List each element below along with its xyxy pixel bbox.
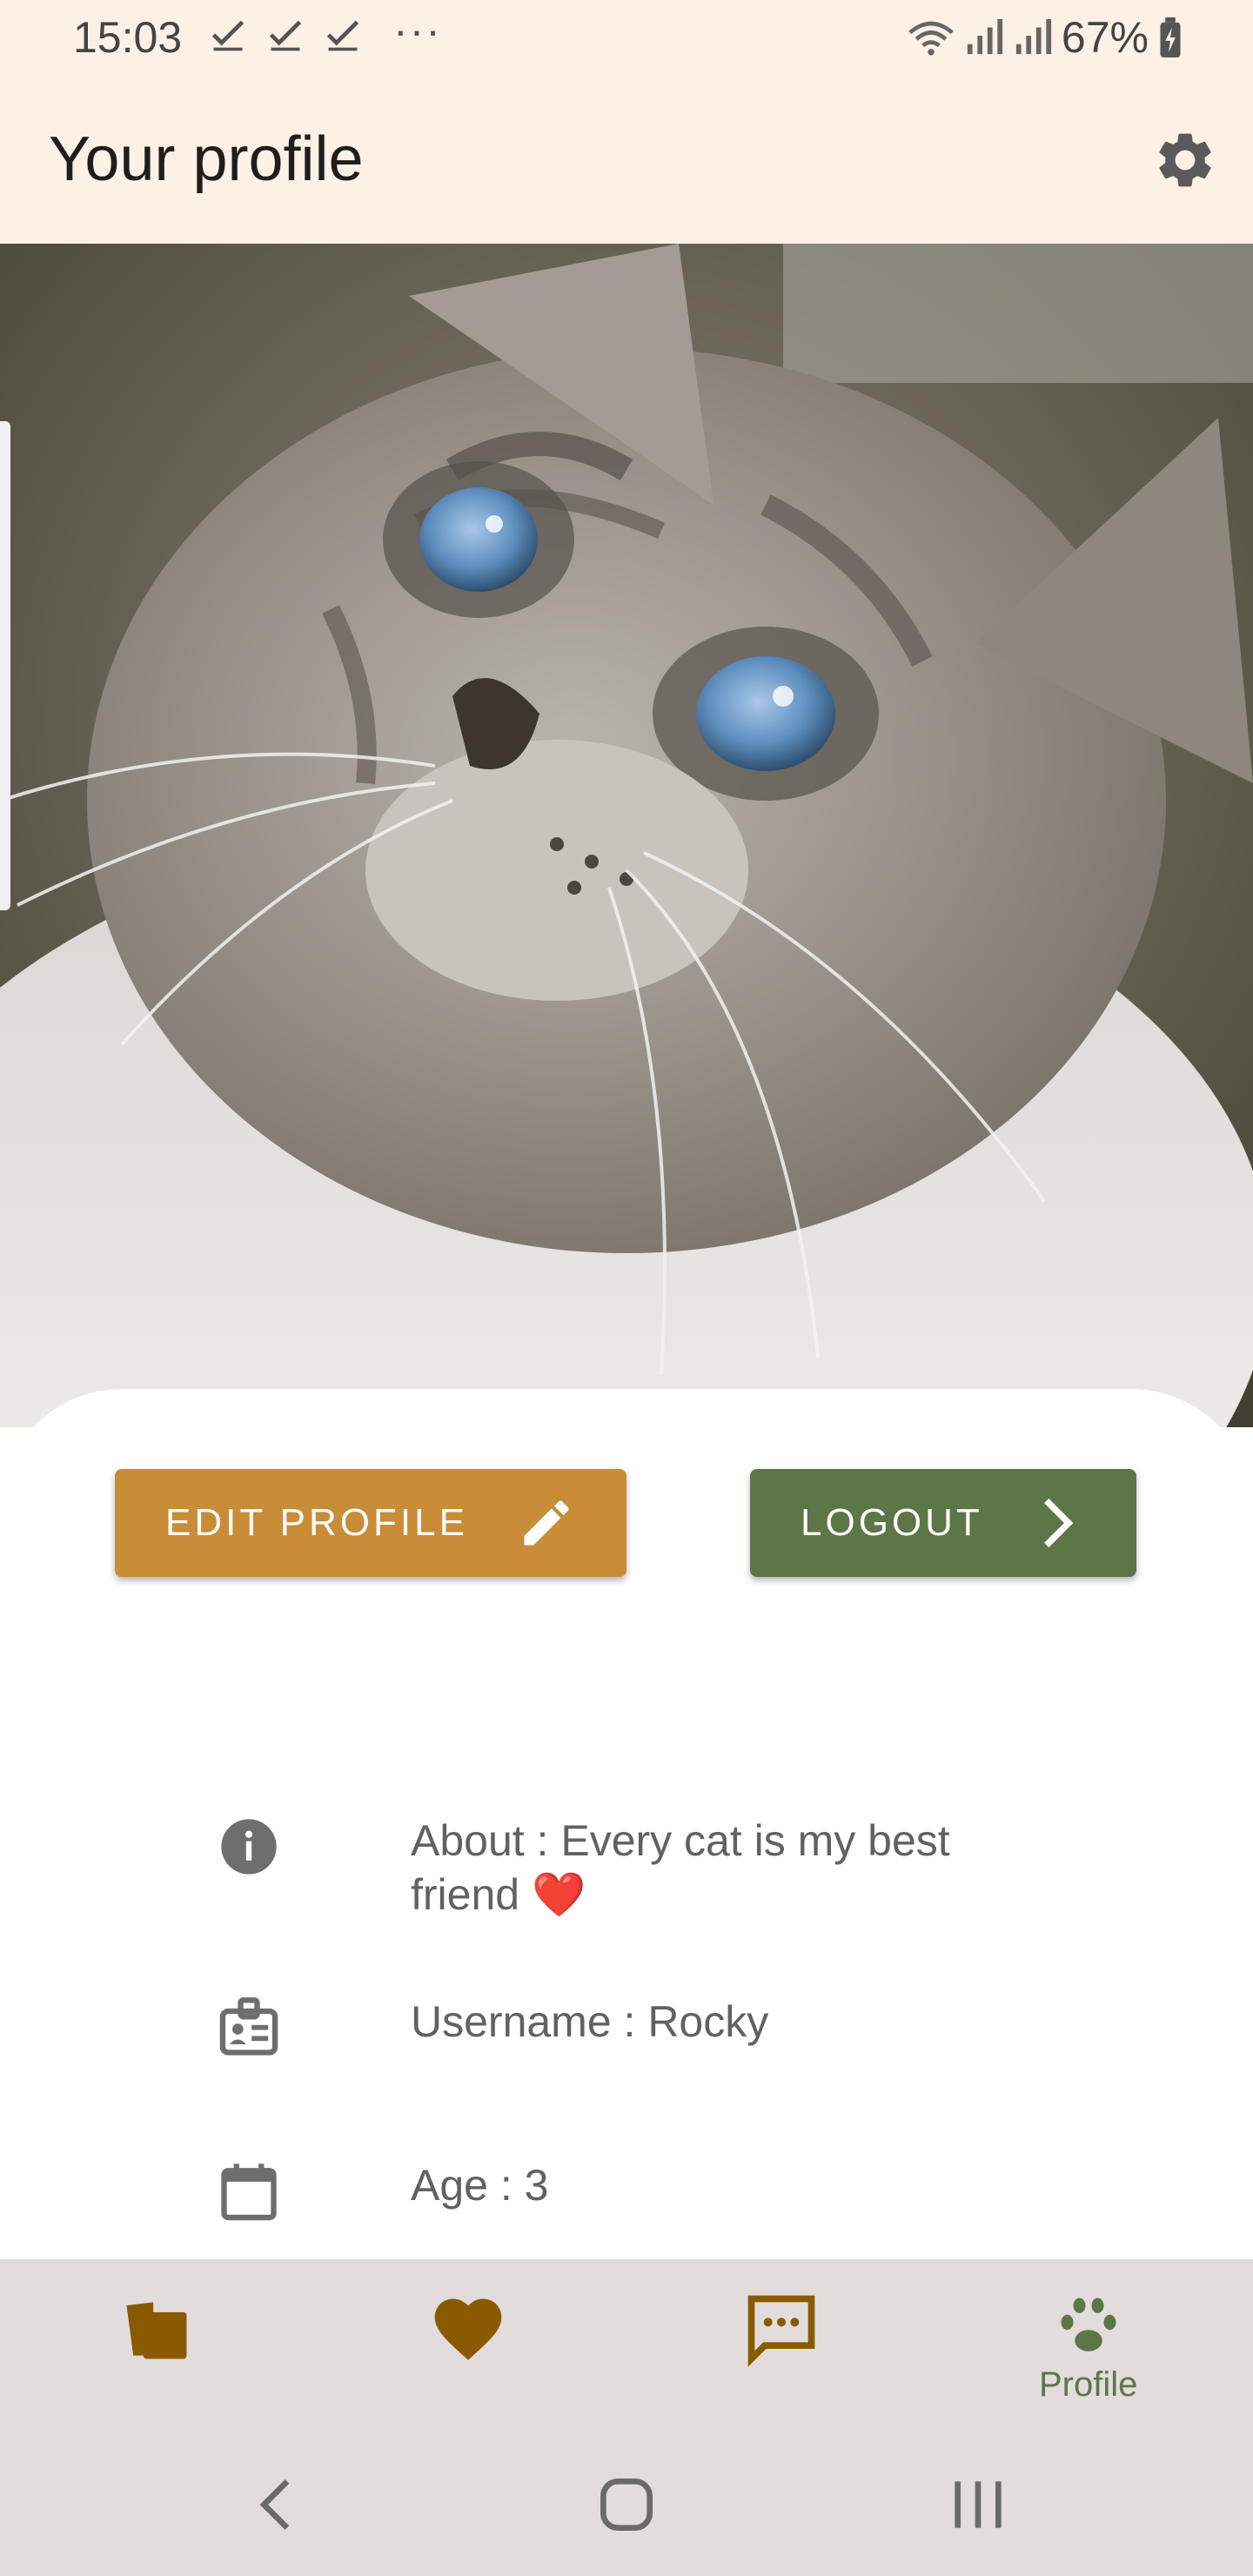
username-text: Username : Rocky: [411, 1997, 769, 2046]
logout-label: LOGOUT: [801, 1501, 983, 1544]
age-row: Age : 3: [216, 2158, 1020, 2224]
chevron-right-icon: [1044, 1498, 1074, 1548]
status-time: 15:03: [73, 13, 183, 62]
scroll-indicator[interactable]: [0, 421, 10, 910]
app-bar: Your profile: [0, 73, 1253, 244]
nav-item-profile[interactable]: Profile: [1039, 2289, 1137, 2405]
heart-icon: [434, 2298, 502, 2360]
check-icon: [269, 20, 302, 51]
chat-icon: [747, 2295, 815, 2367]
signal-icon: [967, 18, 1003, 55]
about-text: About : Every cat is my best friend ❤️: [411, 1816, 950, 1919]
settings-button[interactable]: [1149, 124, 1222, 197]
username-row: Username : Rocky: [216, 1995, 1020, 2061]
gear-icon: [1159, 133, 1211, 187]
nav-label-profile: Profile: [1039, 2365, 1138, 2404]
check-icon: [326, 20, 359, 51]
notification-icons: [209, 16, 362, 54]
cards-icon: [126, 2302, 187, 2359]
check-icon: [211, 20, 245, 51]
id-badge-icon: [219, 1997, 278, 2056]
home-icon[interactable]: [592, 2470, 661, 2539]
page-title: Your profile: [49, 124, 364, 194]
back-icon[interactable]: [244, 2470, 313, 2539]
battery-charging-icon: [1160, 17, 1181, 57]
recents-icon[interactable]: [943, 2470, 1013, 2539]
signal-icon: [1015, 18, 1052, 55]
logout-button[interactable]: LOGOUT: [750, 1469, 1136, 1577]
status-bar: 15:03 ··· 67%: [0, 0, 1253, 73]
profile-photo: [0, 244, 1253, 1427]
edit-profile-label: EDIT PROFILE: [165, 1501, 468, 1544]
system-navigation-bar: [0, 2430, 1253, 2576]
profile-card: EDIT PROFILE LOGOUT About : Every cat is…: [0, 1389, 1253, 2259]
nav-item-messages[interactable]: [741, 2289, 821, 2372]
nav-item-favorites[interactable]: [428, 2289, 508, 2372]
nav-item-cards[interactable]: [117, 2289, 197, 2372]
info-icon: [221, 1819, 277, 1875]
paw-icon: [1061, 2298, 1116, 2351]
age-text: Age : 3: [411, 2161, 549, 2210]
wifi-icon: [908, 21, 954, 56]
more-notifications-icon: ···: [393, 6, 442, 55]
status-indicators: 67%: [907, 12, 1183, 63]
pencil-icon: [524, 1500, 569, 1546]
bottom-navigation: Profile: [0, 2259, 1253, 2430]
edit-profile-button[interactable]: EDIT PROFILE: [115, 1469, 626, 1577]
battery-percent: 67%: [1061, 13, 1149, 62]
calendar-icon: [221, 2163, 277, 2221]
about-row: About : Every cat is my best friend ❤️: [216, 1814, 1020, 1922]
